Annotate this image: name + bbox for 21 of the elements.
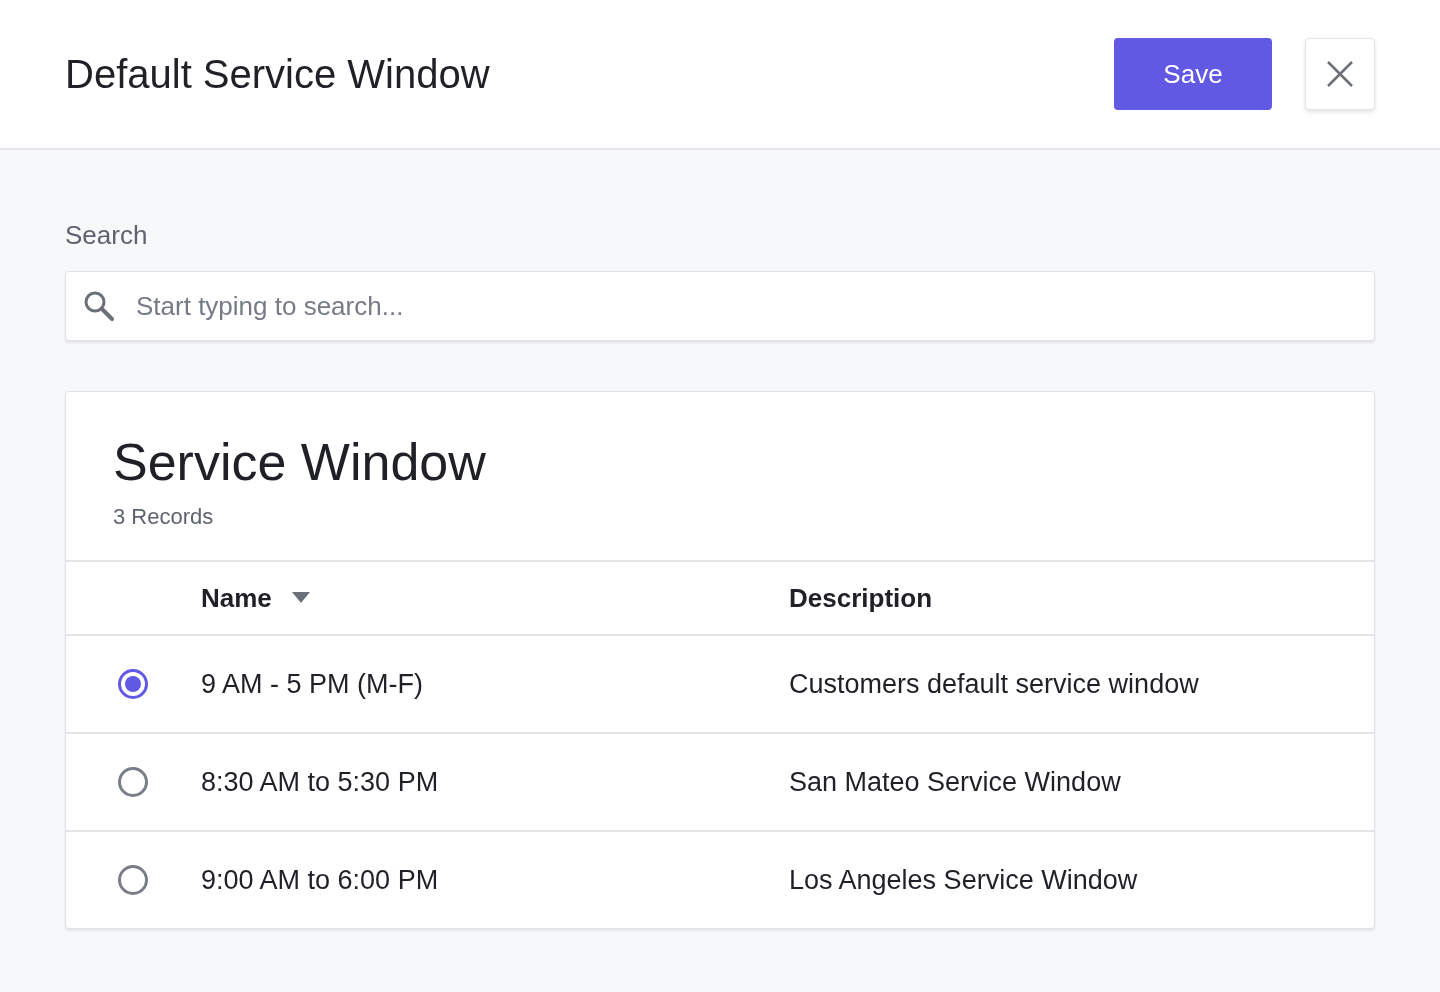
table-cell-text: San Mateo Service Window [789,766,1122,798]
dialog-title: Default Service Window [65,51,491,97]
search-icon [83,290,115,322]
column-header[interactable]: Description [789,582,933,614]
sort-caret-icon[interactable] [291,592,310,604]
table-cell-text: 9:00 AM to 6:00 PM [201,864,440,896]
table-title: Service Window [113,432,486,492]
table-cell-text: 9 AM - 5 PM (M-F) [201,668,424,700]
table-cell-text: Customers default service window [789,668,1200,700]
table-cell-text: Los Angeles Service Window [789,864,1139,896]
search-label: Search [65,220,148,251]
close-icon [1326,60,1354,88]
column-header[interactable]: Name [201,582,310,614]
radio-button[interactable] [117,767,148,797]
table-cell-text: 8:30 AM to 5:30 PM [201,766,440,798]
close-button[interactable] [1305,38,1375,110]
search-field[interactable]: Start typing to search... [65,271,1375,341]
save-button[interactable]: Save [1114,38,1272,110]
record-count: 3 Records [113,504,214,530]
radio-button[interactable] [117,669,148,699]
radio-button[interactable] [117,865,148,895]
